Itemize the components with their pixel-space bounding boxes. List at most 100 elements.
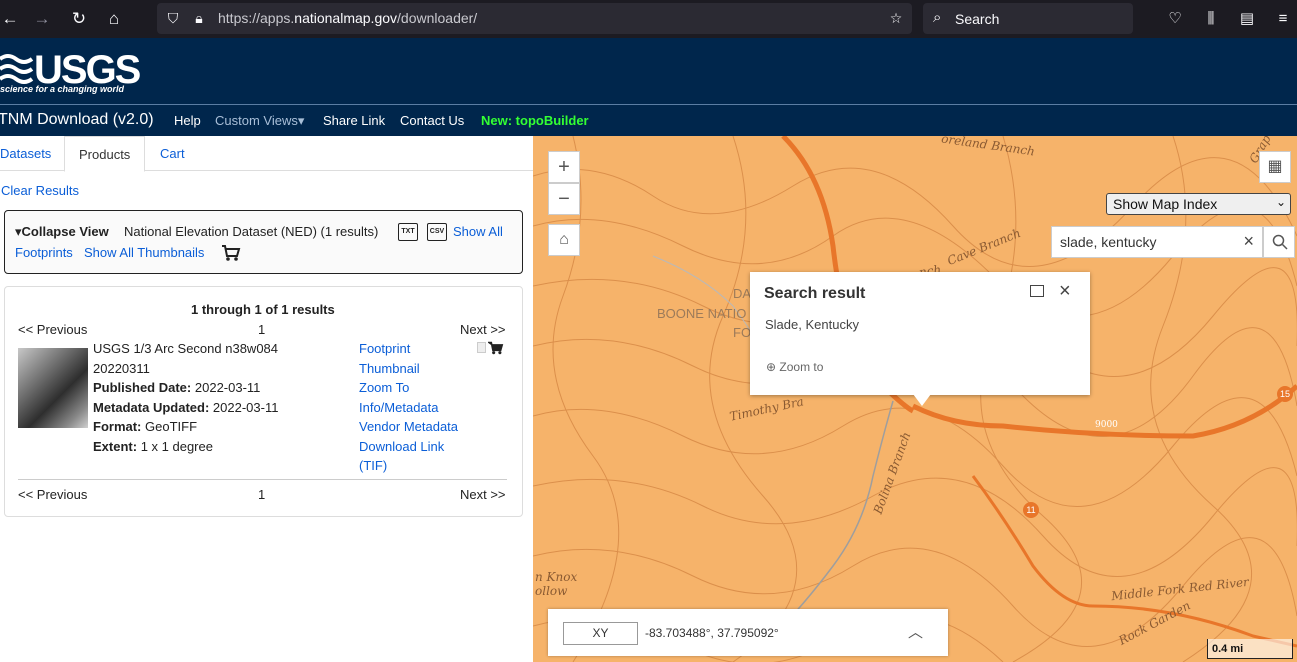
search-result-popup: Search result × Slade, Kentucky ⊕ Zoom t… [750, 272, 1090, 395]
map-index-select[interactable]: Show Map Index ⌄ [1106, 193, 1291, 215]
clear-search-icon[interactable]: × [1243, 231, 1254, 252]
previous-page-link-bottom[interactable]: << Previous [18, 487, 87, 502]
home-extent-button[interactable]: ⌂ [548, 224, 580, 256]
route-11-shield: 11 [1023, 502, 1039, 518]
home-icon[interactable]: ⌂ [104, 9, 124, 29]
tab-bar: Datasets Products Cart [0, 136, 533, 172]
nav-contact-us[interactable]: Contact Us [400, 113, 464, 128]
map-search-input[interactable]: slade, kentucky × [1051, 226, 1263, 258]
map-index-selected: Show Map Index [1113, 196, 1218, 212]
nav-custom-views[interactable]: Custom Views▾ [215, 113, 304, 129]
zoom-in-button[interactable]: + [548, 151, 580, 183]
info-metadata-link[interactable]: Info/Metadata [359, 400, 439, 415]
page-number[interactable]: 1 [258, 322, 265, 337]
chevron-up-icon[interactable]: ︿ [908, 621, 923, 642]
shield-icon[interactable]: ⛉ [164, 9, 182, 27]
map-label-fo: FO [733, 325, 752, 340]
extent-value: 1 x 1 degree [140, 439, 213, 454]
product-thumbnail[interactable] [18, 348, 88, 428]
add-to-cart-icon[interactable] [488, 341, 504, 355]
tab-cart[interactable]: Cart [146, 136, 199, 171]
nav-topobuilder[interactable]: New: topoBuilder [481, 113, 589, 128]
dataset-name: National Elevation Dataset (NED) (1 resu… [124, 224, 379, 239]
back-icon[interactable]: ← [0, 9, 20, 29]
nav-help[interactable]: Help [174, 113, 201, 128]
download-format-link[interactable]: (TIF) [359, 458, 387, 473]
clear-results-link[interactable]: Clear Results [1, 183, 79, 198]
metadata-label: Metadata Updated: [93, 400, 210, 415]
published-date: 2022-03-11 [194, 380, 261, 395]
nav-share-link[interactable]: Share Link [323, 113, 385, 128]
map-search-button[interactable] [1263, 226, 1295, 258]
next-page-link-bottom[interactable]: Next >> [460, 487, 506, 502]
map-view[interactable]: oreland Branch Grap Cave Branch nch DA B… [533, 136, 1297, 662]
previous-page-link[interactable]: << Previous [18, 322, 87, 337]
reader-icon[interactable]: ▤ [1237, 9, 1257, 29]
url-text[interactable]: https://apps.nationalmap.gov/downloader/ [218, 10, 477, 26]
qr-grid-icon: ▦ [1267, 158, 1283, 175]
download-link[interactable]: Download Link [359, 439, 444, 454]
collapse-view-toggle[interactable]: ▾Collapse View [15, 224, 109, 240]
pocket-icon[interactable]: ♡ [1165, 9, 1185, 29]
product-title-date: 20220311 [93, 361, 150, 376]
document-icon[interactable] [477, 342, 486, 353]
basemap-gallery-button[interactable]: ▦ [1259, 151, 1291, 183]
thumbnail-link[interactable]: Thumbnail [359, 361, 420, 376]
tab-products[interactable]: Products [64, 136, 146, 172]
popup-pointer [913, 394, 931, 406]
tab-datasets[interactable]: Datasets [0, 136, 65, 171]
page-number-bottom[interactable]: 1 [258, 487, 265, 502]
reload-icon[interactable]: ↻ [69, 9, 89, 29]
published-label: Published Date: [93, 380, 192, 395]
footprints-link[interactable]: Footprints [15, 245, 73, 260]
popup-text: Slade, Kentucky [765, 317, 859, 332]
vendor-metadata-link[interactable]: Vendor Metadata [359, 419, 458, 434]
forward-icon[interactable]: → [32, 9, 52, 29]
url-bar[interactable]: ⛉ 🔒︎ https://apps.nationalmap.gov/downlo… [157, 3, 912, 34]
extent-label: Extent: [93, 439, 138, 454]
dataset-collapse-box: ▾Collapse View National Elevation Datase… [4, 210, 523, 274]
popup-zoom-to-action[interactable]: ⊕ Zoom to [766, 360, 823, 374]
footprint-link[interactable]: Footprint [359, 341, 410, 356]
dock-popup-icon[interactable] [1030, 285, 1044, 297]
url-prefix: https://apps. [218, 10, 295, 26]
map-label-da: DA [733, 286, 752, 301]
browser-search-label: Search [955, 11, 1000, 27]
csv-export-icon[interactable]: CSV [427, 223, 447, 241]
route-15-shield: 15 [1277, 386, 1293, 402]
home-icon: ⌂ [559, 231, 569, 248]
zoom-to-icon: ⊕ [766, 360, 777, 374]
url-domain: nationalmap.gov [294, 10, 398, 26]
bookmark-star-icon[interactable]: ☆ [887, 9, 905, 27]
results-box: 1 through 1 of 1 results << Previous 1 N… [4, 286, 523, 517]
usgs-header: USGS science for a changing world [0, 38, 1297, 104]
cart-icon[interactable] [221, 244, 241, 262]
close-popup-icon[interactable]: × [1059, 280, 1071, 303]
browser-search-bar[interactable]: ⌕ Search [923, 3, 1133, 34]
chevron-down-icon: ⌄ [1275, 195, 1286, 209]
popup-title: Search result [764, 285, 866, 302]
usgs-logo[interactable]: USGS science for a changing world [0, 48, 141, 98]
show-all-thumbnails-link[interactable]: Show All Thumbnails [84, 245, 204, 260]
show-all-footprints-link[interactable]: Show All [453, 224, 503, 239]
coordinate-format-button[interactable]: XY [563, 622, 638, 645]
usgs-wave-icon [0, 54, 34, 84]
metadata-date: 2022-03-11 [212, 400, 279, 415]
map-label-road-9000: 9000 [1095, 420, 1118, 430]
browser-toolbar: ← → ↻ ⌂ ⛉ 🔒︎ https://apps.nationalmap.go… [0, 0, 1297, 38]
zoom-out-button[interactable]: − [548, 183, 580, 215]
zoom-to-link[interactable]: Zoom To [359, 380, 409, 395]
map-label-knox: n Knox [535, 570, 578, 584]
library-icon[interactable]: ⫼ [1201, 9, 1221, 29]
app-title[interactable]: TNM Download (v2.0) [0, 111, 154, 129]
next-page-link[interactable]: Next >> [460, 322, 506, 337]
search-icon [1272, 234, 1288, 250]
lock-icon[interactable]: 🔒︎ [190, 9, 208, 27]
menu-icon[interactable]: ≡ [1273, 9, 1293, 29]
product-title: USGS 1/3 Arc Second n38w084 [93, 341, 279, 356]
url-path: /downloader/ [397, 10, 478, 26]
left-panel: Datasets Products Cart Clear Results ▾Co… [0, 136, 533, 662]
app-navbar: TNM Download (v2.0) Help Custom Views▾ S… [0, 104, 1297, 136]
results-divider [18, 479, 507, 480]
txt-export-icon[interactable]: TXT [398, 223, 418, 241]
